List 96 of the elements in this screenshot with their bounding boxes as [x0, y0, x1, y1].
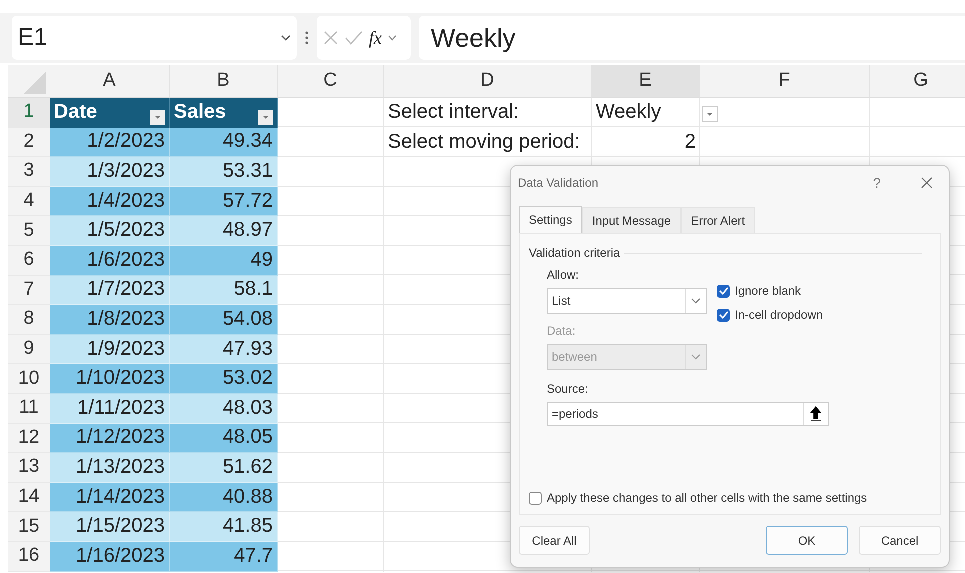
table-cell: 1/16/2023: [50, 542, 170, 572]
column-header[interactable]: E: [592, 65, 700, 98]
table-cell: 54.08: [170, 305, 278, 335]
table-cell: 1/12/2023: [50, 424, 170, 454]
table-cell-text: Select moving period:: [387, 130, 582, 155]
data-dropdown: between: [547, 344, 707, 370]
row-header[interactable]: 4: [8, 186, 50, 216]
table-cell: 1/5/2023: [50, 216, 170, 246]
check-icon[interactable]: [345, 31, 363, 45]
table-cell: 47.7: [170, 542, 278, 572]
table-cell: 1/14/2023: [50, 482, 170, 512]
filter-button[interactable]: [150, 110, 165, 125]
chevron-down-icon[interactable]: [388, 35, 397, 41]
column-header[interactable]: G: [870, 65, 965, 98]
table-cell: 48.97: [170, 216, 278, 246]
table-cell: 1/7/2023: [50, 276, 170, 306]
data-label: Data:: [547, 324, 577, 338]
table-cell: 49: [170, 246, 278, 276]
row-header[interactable]: 6: [8, 246, 50, 276]
cell-dropdown-button[interactable]: [702, 106, 718, 122]
table-cell: 41.85: [170, 512, 278, 542]
dialog-button[interactable]: Cancel: [859, 526, 941, 555]
row-header[interactable]: 1: [8, 98, 50, 128]
table-cell: 53.31: [170, 157, 278, 187]
row-header[interactable]: 2: [8, 128, 50, 158]
table-cell: 1/9/2023: [50, 334, 170, 364]
tab[interactable]: Error Alert: [681, 207, 756, 233]
chevron-down-icon: [691, 354, 701, 360]
table-cell: 1/6/2023: [50, 246, 170, 276]
checkbox-label: In-cell dropdown: [735, 308, 824, 322]
table-header: Sales: [174, 101, 226, 124]
table-cell: 1/3/2023: [50, 157, 170, 187]
table-cell: 1/13/2023: [50, 453, 170, 483]
row-header[interactable]: 15: [8, 512, 50, 542]
table-cell: 1/8/2023: [50, 305, 170, 335]
table-cell: 57.72: [170, 186, 278, 216]
caret-down-icon: [262, 114, 270, 120]
checkbox-label: Ignore blank: [735, 284, 802, 298]
column-header[interactable]: D: [384, 65, 592, 98]
triangle-icon: [24, 72, 46, 94]
checkbox-label: Apply these changes to all other cells with the same settings: [547, 491, 868, 505]
table-cell: 1/4/2023: [50, 186, 170, 216]
table-cell: 1/15/2023: [50, 512, 170, 542]
column-header[interactable]: C: [278, 65, 384, 98]
table-cell-text: Select interval:: [387, 100, 520, 126]
insert-function-button[interactable]: fx: [369, 28, 382, 48]
column-header[interactable]: B: [170, 65, 278, 98]
table-cell: 47.93: [170, 334, 278, 364]
name-box[interactable]: E1: [12, 16, 297, 60]
table-cell: 40.88: [170, 482, 278, 512]
table-cell: 1/11/2023: [50, 394, 170, 424]
table-cell: Weekly: [592, 98, 700, 128]
row-header[interactable]: 14: [8, 482, 50, 512]
checkbox[interactable]: [717, 308, 730, 322]
caret-down-icon: [154, 114, 162, 120]
row-header[interactable]: 10: [8, 364, 50, 394]
row-header[interactable]: 5: [8, 216, 50, 246]
table-cell: 53.02: [170, 364, 278, 394]
row-header[interactable]: 16: [8, 542, 50, 572]
table-cell-text: 2: [684, 130, 697, 155]
caret-down-icon: [706, 112, 714, 116]
row-header[interactable]: 11: [8, 394, 50, 424]
chevron-down-icon: [281, 35, 291, 41]
row-header[interactable]: 13: [8, 453, 50, 483]
table-header: Date: [54, 101, 98, 124]
tab[interactable]: Settings: [519, 206, 582, 233]
table-cell: 1/2/2023: [50, 128, 170, 158]
column-header[interactable]: F: [700, 65, 870, 98]
checkbox[interactable]: [717, 284, 730, 298]
allow-label: Allow:: [547, 268, 580, 282]
more-icon[interactable]: [305, 31, 309, 45]
close-icon[interactable]: [921, 177, 933, 189]
dialog-title: Data Validation: [518, 176, 600, 190]
row-header[interactable]: 8: [8, 305, 50, 335]
table-cell: 48.03: [170, 394, 278, 424]
table-cell: 1/10/2023: [50, 364, 170, 394]
row-header[interactable]: 7: [8, 276, 50, 306]
column-header[interactable]: A: [50, 65, 170, 98]
checkbox[interactable]: [529, 492, 542, 504]
group-label: Validation criteria: [529, 246, 620, 260]
chevron-down-icon: [691, 298, 701, 304]
table-cell: 51.62: [170, 453, 278, 483]
table-cell: 48.05: [170, 424, 278, 454]
table-cell: 49.34: [170, 128, 278, 158]
dialog-button[interactable]: OK: [766, 526, 848, 555]
row-header[interactable]: 12: [8, 424, 50, 454]
row-header[interactable]: 3: [8, 157, 50, 187]
dialog-button[interactable]: Clear All: [519, 526, 590, 555]
source-label: Source:: [547, 382, 590, 396]
filter-button[interactable]: [258, 110, 273, 125]
allow-dropdown[interactable]: List: [547, 288, 707, 314]
formula-field[interactable]: Weekly: [419, 16, 965, 60]
table-cell: 58.1: [170, 276, 278, 306]
row-header[interactable]: 9: [8, 334, 50, 364]
help-button[interactable]: ?: [873, 175, 881, 191]
tab[interactable]: Input Message: [582, 207, 682, 233]
